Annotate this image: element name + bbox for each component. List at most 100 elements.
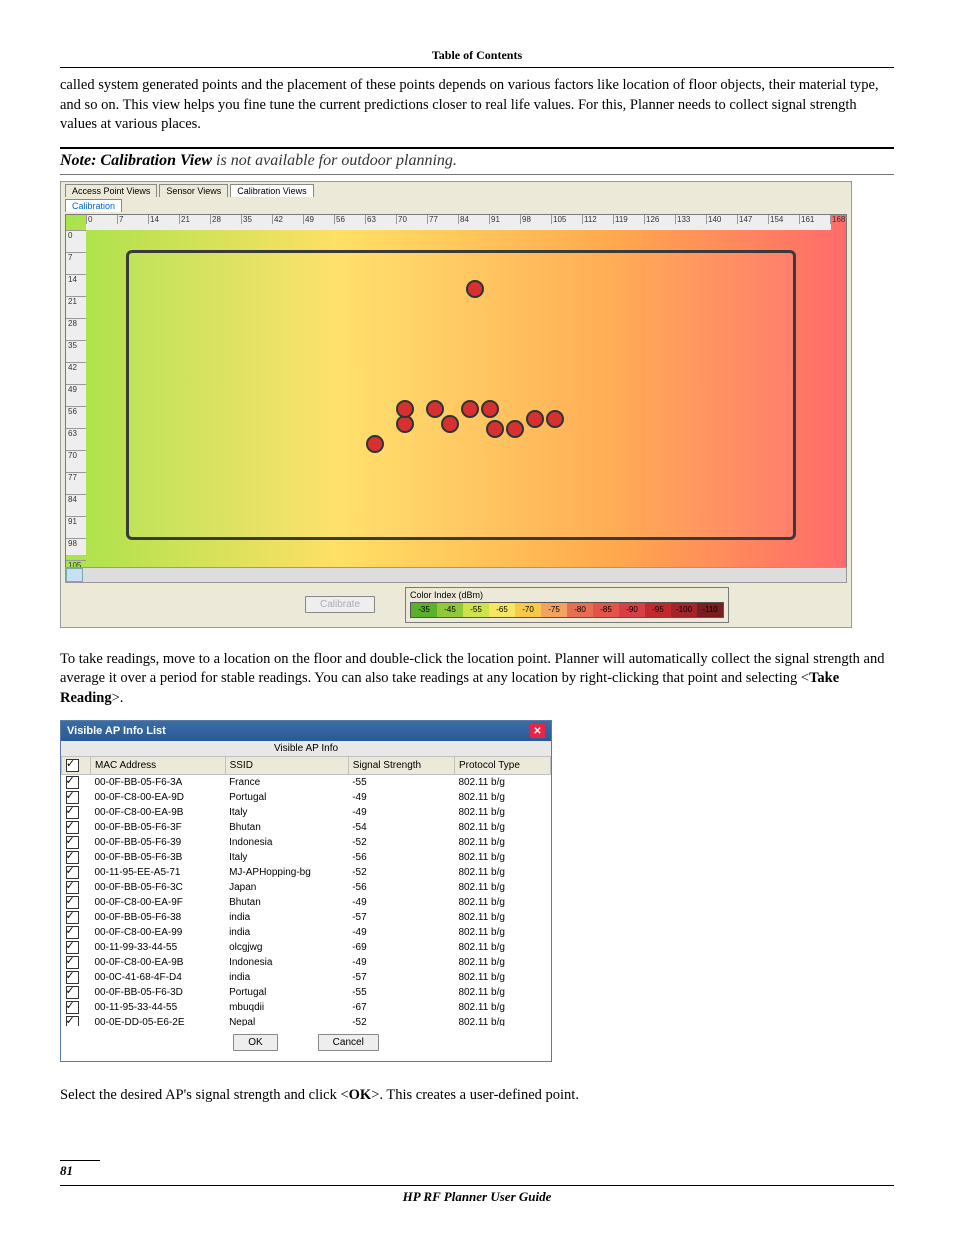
row-checkbox[interactable]	[66, 1001, 79, 1014]
table-row[interactable]: 00-0F-C8-00-EA-9BIndonesia-49802.11 b/g	[62, 955, 551, 970]
ruler-h-tick: 42	[272, 215, 303, 224]
ruler-h-tick: 0	[86, 215, 117, 224]
ruler-h-tick: 154	[768, 215, 799, 224]
table-row[interactable]: 00-0F-BB-05-F6-3BItaly-56802.11 b/g	[62, 850, 551, 865]
legend-title: Color Index (dBm)	[410, 590, 724, 600]
ap-marker[interactable]	[466, 280, 484, 298]
table-row[interactable]: 00-0F-C8-00-EA-9FBhutan-49802.11 b/g	[62, 895, 551, 910]
row-checkbox[interactable]	[66, 956, 79, 969]
ruler-h-tick: 35	[241, 215, 272, 224]
note-rest: is not available for outdoor planning.	[212, 152, 457, 169]
ok-button[interactable]: OK	[233, 1034, 277, 1051]
cell-mac: 00-0F-C8-00-EA-9B	[91, 955, 226, 970]
ap-marker[interactable]	[506, 420, 524, 438]
ap-marker[interactable]	[486, 420, 504, 438]
table-row[interactable]: 00-0F-BB-05-F6-38india-57802.11 b/g	[62, 910, 551, 925]
cell-ssid: Japan	[225, 880, 348, 895]
row-checkbox[interactable]	[66, 881, 79, 894]
table-row[interactable]: 00-11-95-EE-A5-71MJ-APHopping-bg-52802.1…	[62, 865, 551, 880]
table-row[interactable]: 00-0F-BB-05-F6-39Indonesia-52802.11 b/g	[62, 835, 551, 850]
tab-calibration-views[interactable]: Calibration Views	[230, 184, 313, 197]
cell-ssid: France	[225, 775, 348, 791]
row-checkbox[interactable]	[66, 926, 79, 939]
col-signal[interactable]: Signal Strength	[348, 757, 454, 775]
cell-mac: 00-0F-BB-05-F6-3F	[91, 820, 226, 835]
tab-ap-views[interactable]: Access Point Views	[65, 184, 157, 197]
ap-list-scroll[interactable]: MAC Address SSID Signal Strength Protoco…	[61, 756, 551, 1026]
cell-ssid: Bhutan	[225, 895, 348, 910]
col-protocol[interactable]: Protocol Type	[454, 757, 550, 775]
cell-protocol: 802.11 b/g	[454, 805, 550, 820]
row-checkbox[interactable]	[66, 971, 79, 984]
cell-signal: -54	[348, 820, 454, 835]
table-row[interactable]: 00-0F-BB-05-F6-3FBhutan-54802.11 b/g	[62, 820, 551, 835]
ap-marker[interactable]	[546, 410, 564, 428]
ap-marker[interactable]	[461, 400, 479, 418]
table-row[interactable]: 00-11-95-33-44-55mbuqdii-67802.11 b/g	[62, 1000, 551, 1015]
table-row[interactable]: 00-0F-C8-00-EA-9BItaly-49802.11 b/g	[62, 805, 551, 820]
tab-sensor-views[interactable]: Sensor Views	[159, 184, 228, 197]
calibrate-button[interactable]: Calibrate	[305, 596, 375, 613]
table-row[interactable]: 00-0E-DD-05-E6-2ENepal-52802.11 b/g	[62, 1015, 551, 1026]
row-checkbox[interactable]	[66, 896, 79, 909]
visible-ap-info-dialog: Visible AP Info List ✕ Visible AP Info M…	[60, 720, 552, 1062]
floor-outline	[126, 250, 796, 540]
ruler-v-tick: 0	[66, 230, 86, 252]
close-icon[interactable]: ✕	[530, 724, 545, 738]
subtab-calibration[interactable]: Calibration	[65, 199, 122, 212]
table-row[interactable]: 00-11-99-33-44-55olcgjwg-69802.11 b/g	[62, 940, 551, 955]
cell-mac: 00-0F-BB-05-F6-3A	[91, 775, 226, 791]
row-checkbox[interactable]	[66, 821, 79, 834]
cell-signal: -52	[348, 835, 454, 850]
para2-text-a: To take readings, move to a location on …	[60, 651, 884, 687]
legend-cell: -110	[697, 603, 723, 617]
table-row[interactable]: 00-0C-41-68-4F-D4india-57802.11 b/g	[62, 970, 551, 985]
horizontal-scrollbar[interactable]	[65, 567, 847, 583]
ruler-h-tick: 84	[458, 215, 489, 224]
ruler-h-tick: 112	[582, 215, 613, 224]
select-all-checkbox[interactable]	[66, 759, 79, 772]
ruler-h-tick: 133	[675, 215, 706, 224]
row-checkbox[interactable]	[66, 806, 79, 819]
row-checkbox[interactable]	[66, 941, 79, 954]
ap-marker[interactable]	[396, 400, 414, 418]
col-mac[interactable]: MAC Address	[91, 757, 226, 775]
row-checkbox[interactable]	[66, 776, 79, 789]
row-checkbox[interactable]	[66, 911, 79, 924]
table-row[interactable]: 00-0F-BB-05-F6-3AFrance-55802.11 b/g	[62, 775, 551, 791]
cell-mac: 00-11-95-33-44-55	[91, 1000, 226, 1015]
legend-cell: -70	[515, 603, 541, 617]
cell-ssid: india	[225, 925, 348, 940]
ruler-h-tick: 140	[706, 215, 737, 224]
cancel-button[interactable]: Cancel	[318, 1034, 379, 1051]
cell-signal: -56	[348, 850, 454, 865]
ap-marker[interactable]	[441, 415, 459, 433]
ap-marker[interactable]	[481, 400, 499, 418]
calibration-view-screenshot: Access Point Views Sensor Views Calibrat…	[60, 181, 852, 628]
row-checkbox[interactable]	[66, 791, 79, 804]
table-row[interactable]: 00-0F-C8-00-EA-9DPortugal-49802.11 b/g	[62, 790, 551, 805]
table-row[interactable]: 00-0F-BB-05-F6-3CJapan-56802.11 b/g	[62, 880, 551, 895]
ruler-h-tick: 91	[489, 215, 520, 224]
ap-info-table: MAC Address SSID Signal Strength Protoco…	[61, 756, 551, 1026]
ap-marker[interactable]	[426, 400, 444, 418]
row-checkbox[interactable]	[66, 866, 79, 879]
table-row[interactable]: 00-0F-BB-05-F6-3DPortugal-55802.11 b/g	[62, 985, 551, 1000]
ruler-v-tick: 42	[66, 362, 86, 384]
row-checkbox[interactable]	[66, 986, 79, 999]
cell-protocol: 802.11 b/g	[454, 1000, 550, 1015]
col-ssid[interactable]: SSID	[225, 757, 348, 775]
ap-marker[interactable]	[526, 410, 544, 428]
cell-mac: 00-0F-C8-00-EA-9F	[91, 895, 226, 910]
ruler-h-tick: 7	[117, 215, 148, 224]
row-checkbox[interactable]	[66, 851, 79, 864]
cell-mac: 00-0F-C8-00-EA-9D	[91, 790, 226, 805]
ap-marker[interactable]	[366, 435, 384, 453]
ruler-v-tick: 98	[66, 538, 86, 560]
table-row[interactable]: 00-0F-C8-00-EA-99india-49802.11 b/g	[62, 925, 551, 940]
floor-plan-canvas[interactable]: 0714212835424956637077849198105112119126…	[65, 214, 847, 571]
row-checkbox[interactable]	[66, 1016, 79, 1026]
cell-ssid: olcgjwg	[225, 940, 348, 955]
row-checkbox[interactable]	[66, 836, 79, 849]
ruler-h-tick: 105	[551, 215, 582, 224]
